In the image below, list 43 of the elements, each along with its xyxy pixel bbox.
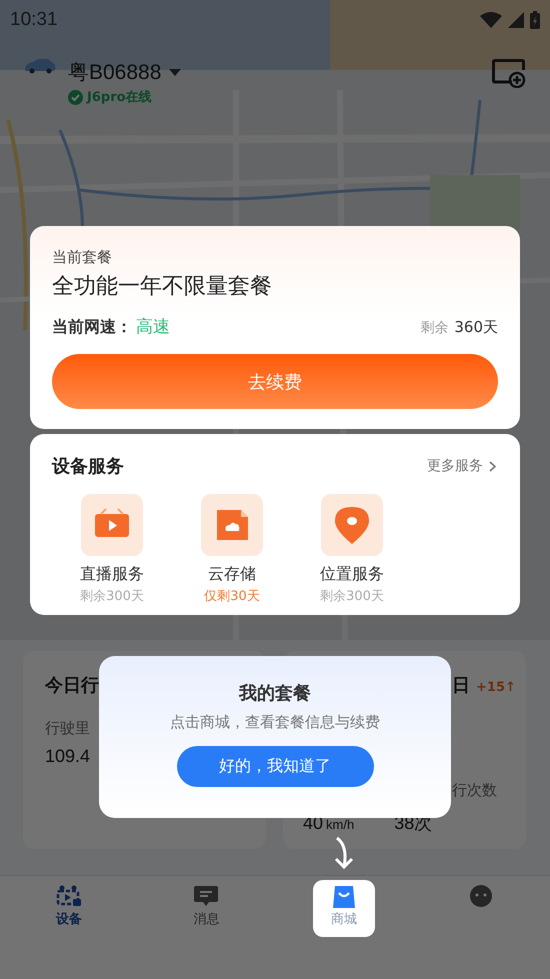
battery-icon bbox=[530, 11, 540, 29]
service-remaining: 剩余300天 bbox=[320, 588, 384, 605]
service-remaining: 仅剩30天 bbox=[204, 588, 260, 605]
service-name[interactable]: 位置服务 bbox=[320, 564, 384, 585]
service-name[interactable]: 直播服务 bbox=[80, 564, 144, 585]
plan-name: 全功能一年不限量套餐 bbox=[52, 273, 273, 301]
popup-text: 点击商城，查看套餐信息与续费 bbox=[170, 713, 380, 732]
chevron-right-icon bbox=[489, 460, 496, 472]
speed-status: 高速 bbox=[136, 317, 170, 337]
tab[interactable]: 消息 bbox=[175, 880, 238, 937]
renew-button[interactable]: 去续费 bbox=[52, 354, 498, 409]
card-title: 今日行 bbox=[45, 674, 99, 697]
vehicle-selector[interactable]: 粤B06888 bbox=[68, 58, 182, 86]
stat-label: 行次数 bbox=[452, 781, 497, 800]
remaining-days: 360天 bbox=[454, 318, 498, 337]
card-title: 日 bbox=[452, 674, 470, 697]
speed-label: 当前网速： bbox=[52, 317, 132, 336]
remaining-label: 剩余 bbox=[420, 319, 448, 337]
wifi-icon bbox=[480, 12, 502, 28]
add-device-icon[interactable] bbox=[492, 58, 526, 88]
cloud-file-icon[interactable] bbox=[201, 494, 263, 556]
camera-device-icon bbox=[56, 884, 82, 908]
status-time: 10:31 bbox=[10, 9, 58, 31]
shopping-bag-icon bbox=[330, 884, 357, 908]
stat-label: 行驶里 bbox=[45, 719, 90, 738]
tab[interactable]: 商城 bbox=[312, 880, 375, 937]
got-it-button[interactable]: 好的，我知道了 bbox=[176, 746, 374, 787]
device-status: J6pro在线 bbox=[87, 89, 152, 106]
more-services-link[interactable]: 更多服务 bbox=[427, 457, 496, 475]
chat-icon bbox=[193, 884, 220, 908]
section-title: 设备服务 bbox=[52, 455, 124, 478]
play-tv-icon[interactable] bbox=[81, 494, 143, 556]
popup-title: 我的套餐 bbox=[239, 682, 311, 705]
location-pin-icon[interactable] bbox=[321, 494, 383, 556]
car-icon bbox=[24, 58, 56, 74]
service-remaining: 剩余300天 bbox=[80, 588, 144, 605]
tab[interactable]: 设备 bbox=[38, 880, 100, 937]
change-value: +15↑ bbox=[476, 680, 516, 695]
service-name[interactable]: 云存储 bbox=[208, 564, 256, 585]
plan-label: 当前套餐 bbox=[52, 248, 113, 267]
face-icon bbox=[468, 884, 494, 908]
signal-icon bbox=[508, 12, 524, 28]
stat-value: 109.4 bbox=[45, 746, 90, 767]
